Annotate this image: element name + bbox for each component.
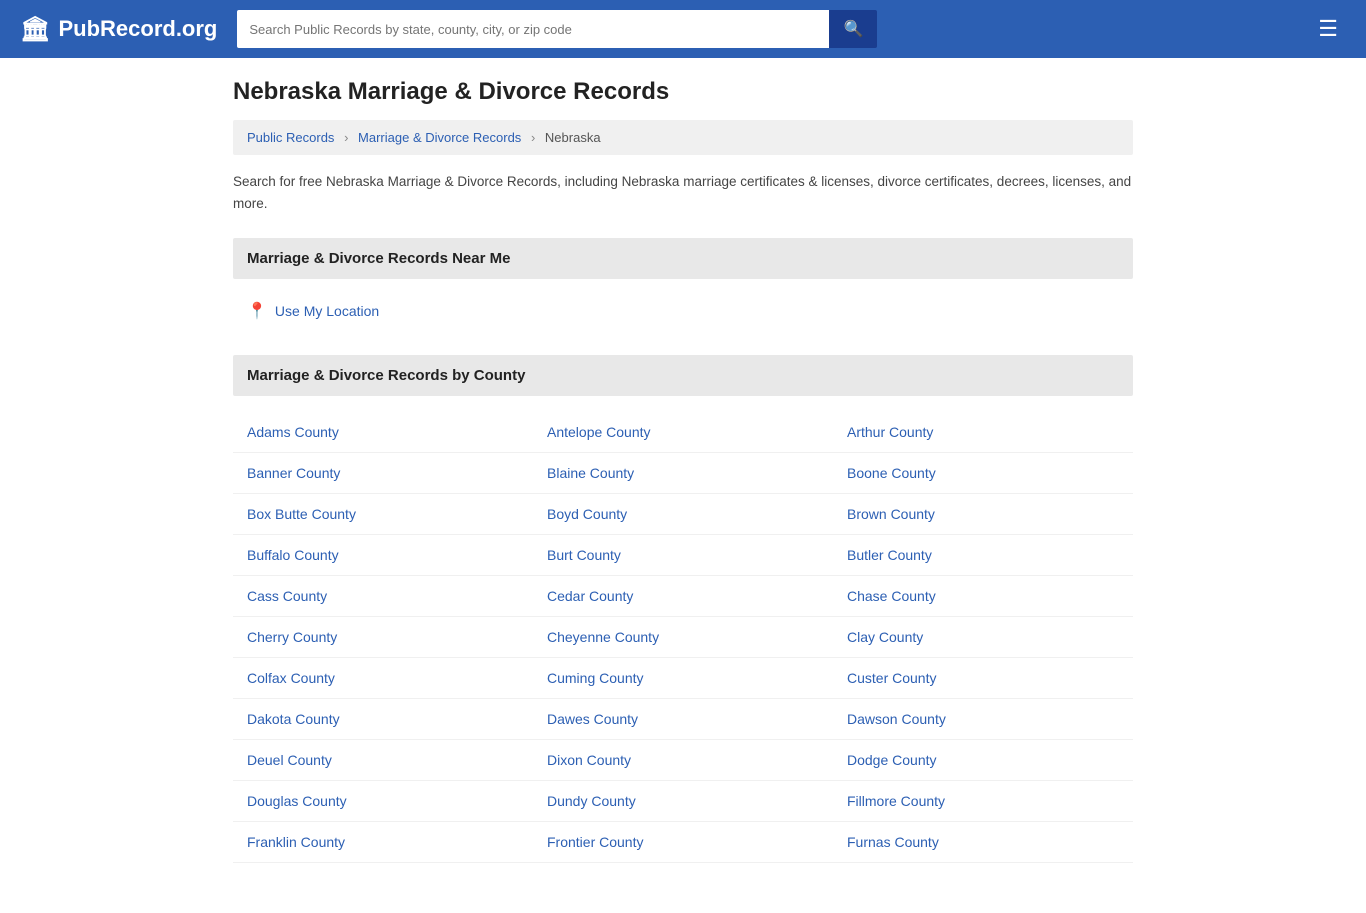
breadcrumb-current: Nebraska xyxy=(545,130,601,145)
list-item: Clay County xyxy=(833,617,1133,658)
list-item: Cheyenne County xyxy=(533,617,833,658)
county-link[interactable]: Cedar County xyxy=(547,588,633,604)
breadcrumb-separator-2: › xyxy=(531,130,535,145)
county-link[interactable]: Butler County xyxy=(847,547,932,563)
county-link[interactable]: Deuel County xyxy=(247,752,332,768)
list-item: Antelope County xyxy=(533,412,833,453)
use-location-button[interactable]: 📍 Use My Location xyxy=(233,295,393,327)
list-item: Adams County xyxy=(233,412,533,453)
main-content: Nebraska Marriage & Divorce Records Publ… xyxy=(213,58,1153,913)
list-item: Dixon County xyxy=(533,740,833,781)
county-link[interactable]: Franklin County xyxy=(247,834,345,850)
county-link[interactable]: Cheyenne County xyxy=(547,629,659,645)
menu-button[interactable]: ☰ xyxy=(1310,12,1346,46)
county-link[interactable]: Frontier County xyxy=(547,834,643,850)
list-item: Cuming County xyxy=(533,658,833,699)
list-item: Banner County xyxy=(233,453,533,494)
breadcrumb-link-marriage-divorce[interactable]: Marriage & Divorce Records xyxy=(358,130,521,145)
county-link[interactable]: Dawes County xyxy=(547,711,638,727)
search-icon: 🔍 xyxy=(843,19,863,39)
list-item: Burt County xyxy=(533,535,833,576)
county-link[interactable]: Cuming County xyxy=(547,670,644,686)
county-link[interactable]: Dodge County xyxy=(847,752,937,768)
search-input[interactable] xyxy=(237,10,829,48)
use-location-label: Use My Location xyxy=(275,303,379,319)
county-link[interactable]: Dundy County xyxy=(547,793,636,809)
county-link[interactable]: Banner County xyxy=(247,465,340,481)
breadcrumb-separator-1: › xyxy=(344,130,348,145)
list-item: Butler County xyxy=(833,535,1133,576)
county-link[interactable]: Boone County xyxy=(847,465,936,481)
search-container: 🔍 xyxy=(237,10,877,48)
location-pin-icon: 📍 xyxy=(247,301,267,321)
county-grid: Adams County Antelope County Arthur County… xyxy=(233,412,1133,863)
list-item: Deuel County xyxy=(233,740,533,781)
list-item: Dundy County xyxy=(533,781,833,822)
header: 🏛 PubRecord.org 🔍 ☰ xyxy=(0,0,1366,58)
county-link[interactable]: Fillmore County xyxy=(847,793,945,809)
list-item: Douglas County xyxy=(233,781,533,822)
breadcrumb-link-public-records[interactable]: Public Records xyxy=(247,130,334,145)
list-item: Franklin County xyxy=(233,822,533,863)
search-button[interactable]: 🔍 xyxy=(829,10,877,48)
list-item: Dakota County xyxy=(233,699,533,740)
county-link[interactable]: Colfax County xyxy=(247,670,335,686)
list-item: Fillmore County xyxy=(833,781,1133,822)
list-item: Boyd County xyxy=(533,494,833,535)
county-link[interactable]: Box Butte County xyxy=(247,506,356,522)
list-item: Arthur County xyxy=(833,412,1133,453)
page-title: Nebraska Marriage & Divorce Records xyxy=(233,78,1133,106)
county-section: Marriage & Divorce Records by County Ada… xyxy=(233,355,1133,863)
list-item: Boone County xyxy=(833,453,1133,494)
county-link[interactable]: Douglas County xyxy=(247,793,347,809)
county-link[interactable]: Boyd County xyxy=(547,506,627,522)
county-link[interactable]: Furnas County xyxy=(847,834,939,850)
county-link[interactable]: Buffalo County xyxy=(247,547,339,563)
county-link[interactable]: Chase County xyxy=(847,588,936,604)
county-link[interactable]: Arthur County xyxy=(847,424,933,440)
near-me-header: Marriage & Divorce Records Near Me xyxy=(233,238,1133,279)
list-item: Dawes County xyxy=(533,699,833,740)
breadcrumb: Public Records › Marriage & Divorce Reco… xyxy=(233,120,1133,155)
county-link[interactable]: Cass County xyxy=(247,588,327,604)
list-item: Dodge County xyxy=(833,740,1133,781)
county-link[interactable]: Adams County xyxy=(247,424,339,440)
logo-text: PubRecord.org xyxy=(58,16,217,42)
list-item: Buffalo County xyxy=(233,535,533,576)
county-link[interactable]: Brown County xyxy=(847,506,935,522)
county-link[interactable]: Clay County xyxy=(847,629,923,645)
list-item: Custer County xyxy=(833,658,1133,699)
county-link[interactable]: Custer County xyxy=(847,670,936,686)
list-item: Cedar County xyxy=(533,576,833,617)
logo-icon: 🏛 xyxy=(20,15,50,44)
list-item: Cherry County xyxy=(233,617,533,658)
list-item: Brown County xyxy=(833,494,1133,535)
list-item: Box Butte County xyxy=(233,494,533,535)
county-link[interactable]: Burt County xyxy=(547,547,621,563)
county-section-header: Marriage & Divorce Records by County xyxy=(233,355,1133,396)
county-link[interactable]: Dakota County xyxy=(247,711,340,727)
list-item: Blaine County xyxy=(533,453,833,494)
list-item: Cass County xyxy=(233,576,533,617)
near-me-section: Marriage & Divorce Records Near Me 📍 Use… xyxy=(233,238,1133,327)
county-link[interactable]: Antelope County xyxy=(547,424,651,440)
county-link[interactable]: Cherry County xyxy=(247,629,337,645)
list-item: Furnas County xyxy=(833,822,1133,863)
list-item: Frontier County xyxy=(533,822,833,863)
hamburger-icon: ☰ xyxy=(1318,16,1338,41)
list-item: Colfax County xyxy=(233,658,533,699)
page-description: Search for free Nebraska Marriage & Divo… xyxy=(233,171,1133,214)
list-item: Dawson County xyxy=(833,699,1133,740)
county-link[interactable]: Dixon County xyxy=(547,752,631,768)
list-item: Chase County xyxy=(833,576,1133,617)
county-link[interactable]: Blaine County xyxy=(547,465,634,481)
logo[interactable]: 🏛 PubRecord.org xyxy=(20,15,217,44)
county-link[interactable]: Dawson County xyxy=(847,711,946,727)
